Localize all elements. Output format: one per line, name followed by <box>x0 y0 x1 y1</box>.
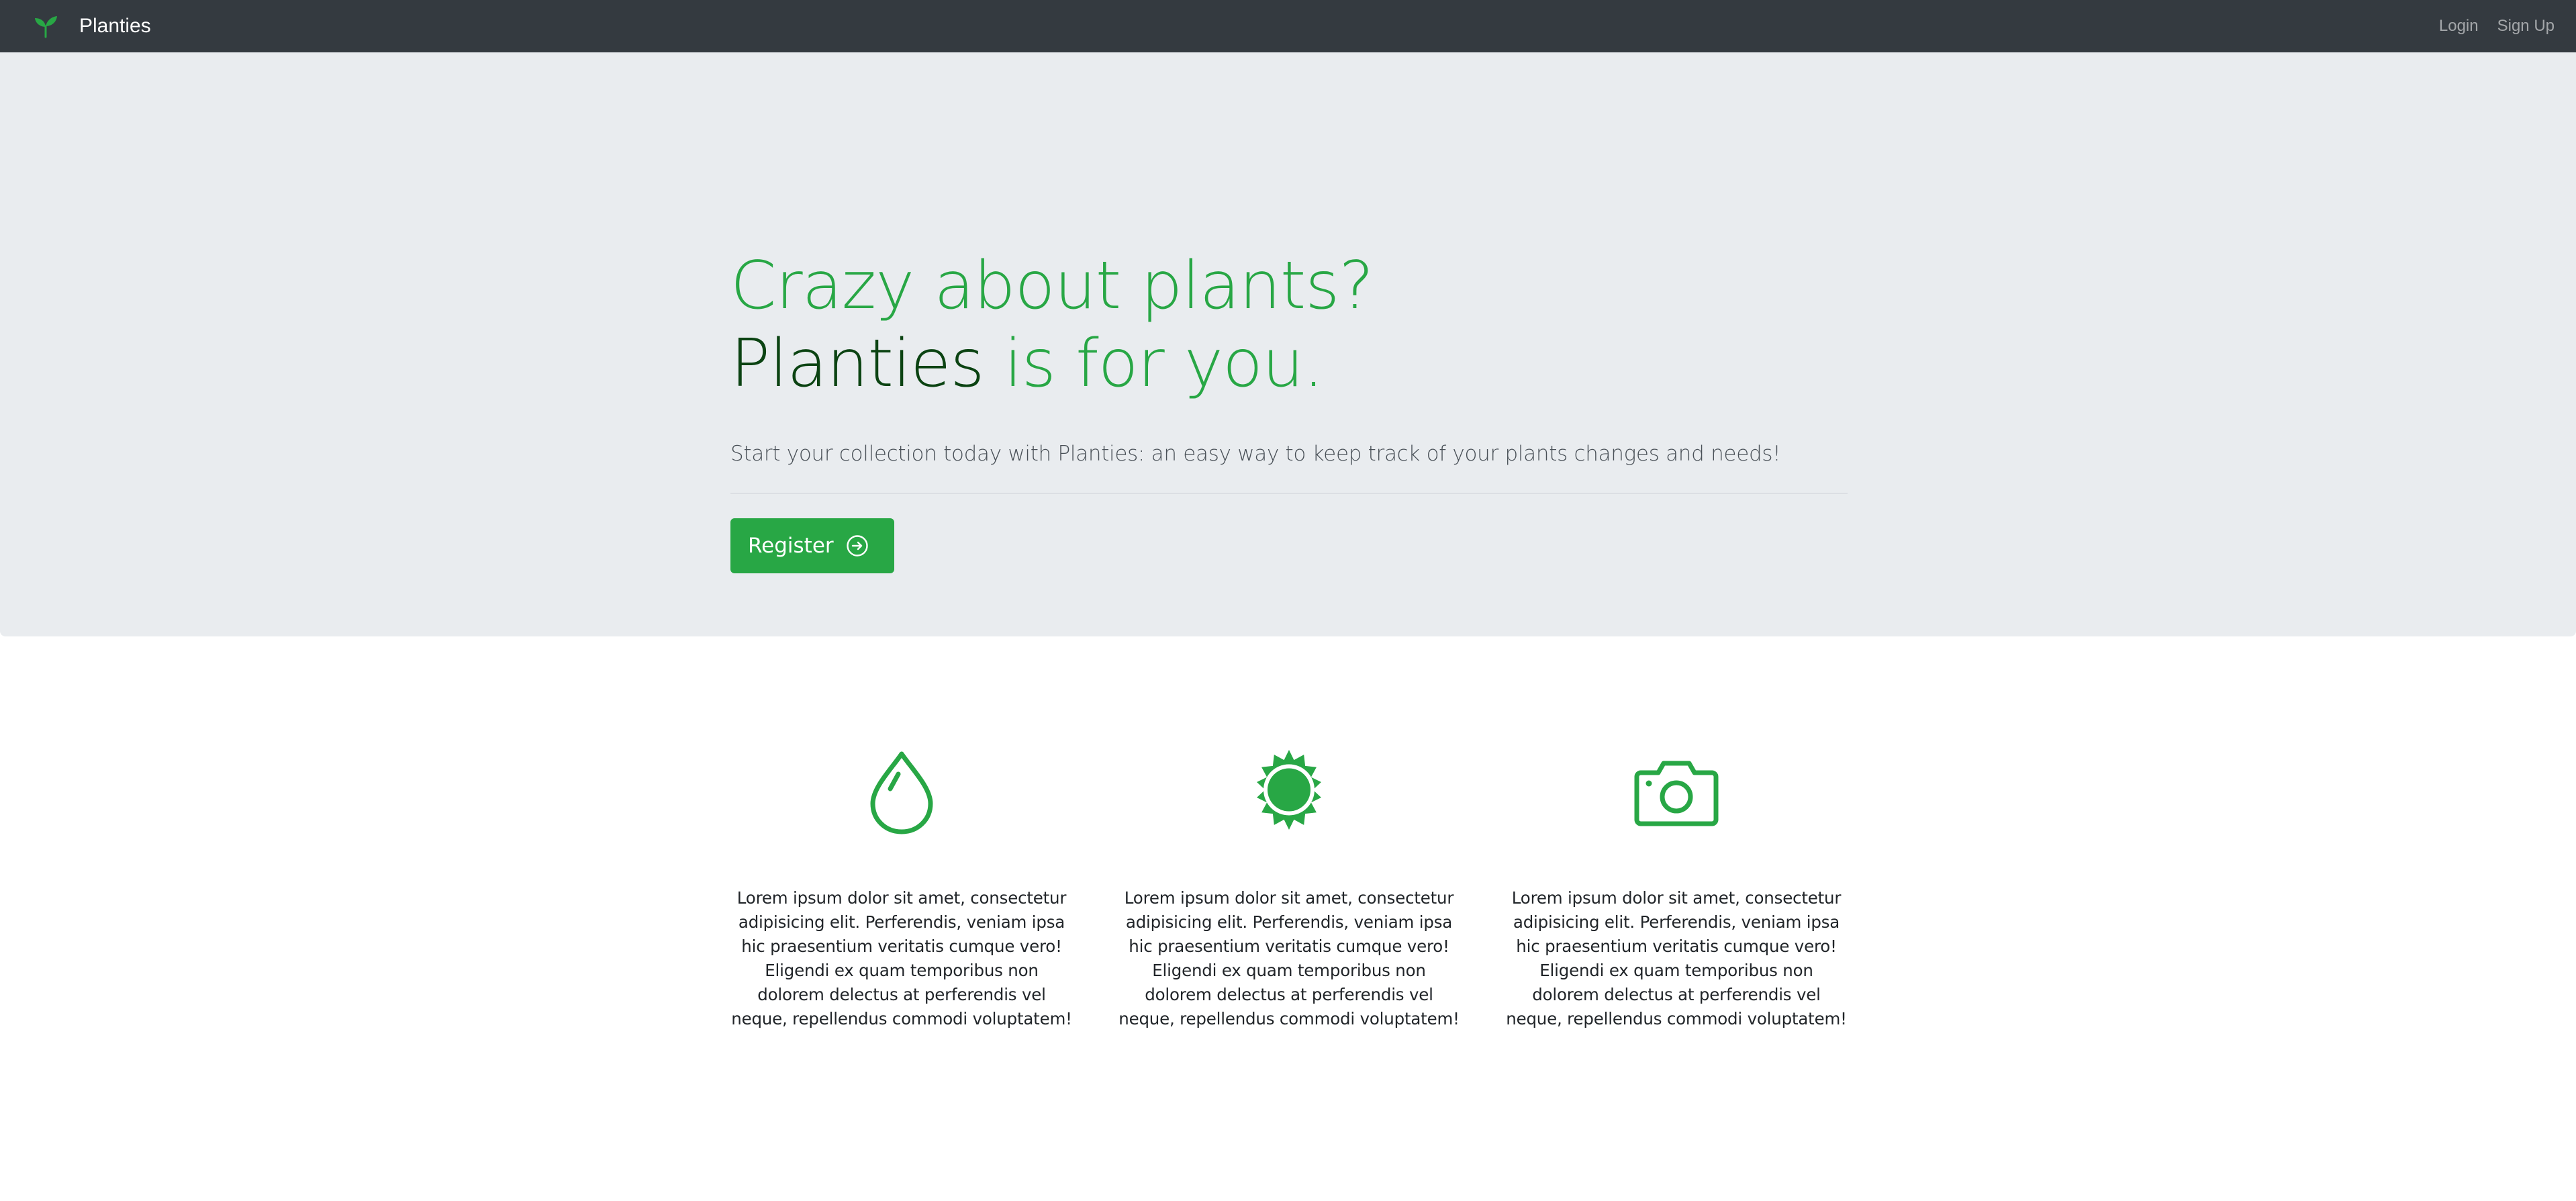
droplet-icon <box>870 751 933 834</box>
nav-links: Login Sign Up <box>2439 17 2555 36</box>
sprout-icon <box>35 16 57 38</box>
feature-camera-text: Lorem ipsum dolor sit amet, consectetur … <box>1506 888 1847 1028</box>
feature-water-text: Lorem ipsum dolor sit amet, consectetur … <box>731 888 1072 1028</box>
hero-divider <box>730 493 1848 494</box>
sun-icon <box>1257 750 1321 830</box>
hero-title-brand: Planties <box>730 326 984 402</box>
hero-title: Crazy about plants? Planties is for you. <box>730 247 1848 403</box>
login-link[interactable]: Login <box>2439 17 2479 36</box>
brand-link[interactable]: Planties <box>32 13 151 40</box>
features-row: Lorem ipsum dolor sit amet, consectetur … <box>730 749 1848 1048</box>
register-button-label: Register <box>748 534 834 558</box>
hero-title-line2-rest: is for you. <box>984 326 1325 402</box>
camera-icon <box>1634 761 1719 826</box>
hero-content: Crazy about plants? Planties is for you.… <box>730 247 1848 573</box>
arrow-right-circle-icon <box>846 535 868 557</box>
feature-camera: Lorem ipsum dolor sit amet, consectetur … <box>1505 749 1848 1048</box>
hero-title-line1: Crazy about plants? <box>730 248 1374 324</box>
feature-water: Lorem ipsum dolor sit amet, consectetur … <box>730 749 1073 1048</box>
top-navbar: Planties Login Sign Up <box>0 0 2576 52</box>
feature-sun-text: Lorem ipsum dolor sit amet, consectetur … <box>1118 888 1460 1028</box>
hero-jumbotron: Crazy about plants? Planties is for you.… <box>0 52 2576 636</box>
register-button[interactable]: Register <box>730 518 894 573</box>
feature-sun: Lorem ipsum dolor sit amet, consectetur … <box>1118 749 1460 1048</box>
brand-name: Planties <box>79 15 151 37</box>
hero-lead-text: Start your collection today with Plantie… <box>730 442 1781 466</box>
signup-link[interactable]: Sign Up <box>2497 17 2555 36</box>
